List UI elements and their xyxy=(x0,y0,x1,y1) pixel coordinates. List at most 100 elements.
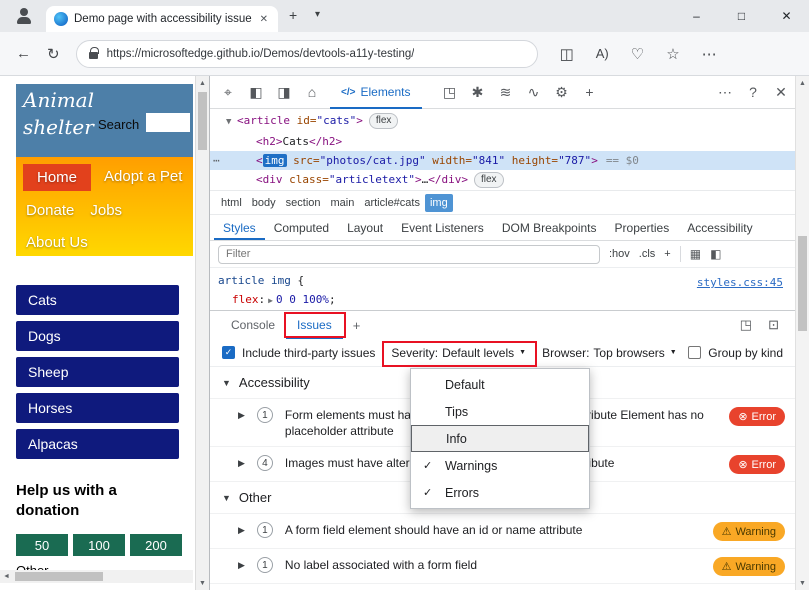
tab-event-listeners[interactable]: Event Listeners xyxy=(392,215,493,240)
severity-filter-dropdown[interactable]: Severity: Default levels ▼ xyxy=(391,346,526,360)
nav-link-about[interactable]: About Us xyxy=(23,230,91,255)
settings-gear-icon[interactable]: ⚙ xyxy=(548,84,576,101)
drawer-dock-icon[interactable]: ⊡ xyxy=(768,317,779,333)
breadcrumb-main[interactable]: main xyxy=(326,194,360,212)
css-value[interactable]: 0 0 100% xyxy=(276,293,329,306)
dropdown-item-default[interactable]: Default xyxy=(411,371,589,398)
dom-node-div[interactable]: <div class="articletext">…</div> flex xyxy=(210,170,795,189)
category-button-sheep[interactable]: Sheep xyxy=(16,357,179,387)
nav-link-home[interactable]: Home xyxy=(23,164,92,191)
tab-styles[interactable]: Styles xyxy=(214,215,265,240)
scroll-up-icon[interactable]: ▲ xyxy=(796,76,809,90)
dropdown-item-tips[interactable]: Tips xyxy=(411,398,589,425)
device-emulation-icon[interactable]: ◧ xyxy=(242,84,270,101)
close-devtools-icon[interactable]: ✕ xyxy=(767,84,795,101)
breadcrumb-body[interactable]: body xyxy=(247,194,281,212)
page-vertical-scrollbar[interactable]: ▲ ▼ xyxy=(195,76,209,590)
add-panel-icon[interactable]: + xyxy=(576,84,604,100)
css-rule-header[interactable]: article img { styles.css:45 xyxy=(218,271,787,290)
scroll-up-icon[interactable]: ▲ xyxy=(196,76,209,90)
dom-node-img-selected[interactable]: ⋯ < img src="photos/cat.jpg" width="841" h… xyxy=(210,151,795,170)
add-drawer-tab-icon[interactable]: + xyxy=(343,311,371,339)
debugger-icon[interactable]: ✱ xyxy=(464,84,492,101)
refresh-button[interactable]: ↻ xyxy=(47,45,60,63)
scroll-down-icon[interactable]: ▼ xyxy=(196,576,209,590)
category-button-cats[interactable]: Cats xyxy=(16,285,179,315)
tab-properties[interactable]: Properties xyxy=(606,215,679,240)
browser-filter-dropdown[interactable]: Browser: Top browsers ▼ xyxy=(542,346,677,360)
breadcrumb-img-selected[interactable]: img xyxy=(424,193,453,212)
favorites-star-icon[interactable]: ☆ xyxy=(666,45,679,63)
tab-accessibility[interactable]: Accessibility xyxy=(678,215,761,240)
css-selector[interactable]: article img xyxy=(218,274,291,287)
breadcrumb-html[interactable]: html xyxy=(216,194,247,212)
minimize-button[interactable]: – xyxy=(674,0,719,32)
expand-icon[interactable]: ▶ xyxy=(238,458,245,469)
issue-row-id-name[interactable]: ▶ 1 A form field element should have an … xyxy=(210,514,795,549)
shorthand-expand-icon[interactable]: ▶ xyxy=(268,296,273,305)
breadcrumb-article[interactable]: article#cats xyxy=(359,194,425,212)
console-panel-icon[interactable]: ◳ xyxy=(436,84,464,101)
dropdown-item-warnings[interactable]: ✓ Warnings xyxy=(411,452,589,479)
network-icon[interactable]: ≋ xyxy=(492,84,520,101)
scroll-left-icon[interactable]: ◄ xyxy=(0,573,13,580)
donate-50-button[interactable]: 50 xyxy=(16,534,68,556)
nav-link-donate[interactable]: Donate xyxy=(23,198,77,223)
donate-200-button[interactable]: 200 xyxy=(130,534,182,556)
flex-badge[interactable]: flex xyxy=(473,172,504,188)
tab-issues[interactable]: Issues xyxy=(286,311,343,339)
tab-menu-icon[interactable]: ▾ xyxy=(315,9,320,20)
css-property[interactable]: flex xyxy=(232,293,259,306)
inspect-icon[interactable]: ⌖ xyxy=(214,84,242,101)
dropdown-item-errors[interactable]: ✓ Errors xyxy=(411,479,589,506)
drawer-expand-icon[interactable]: ◳ xyxy=(740,317,752,333)
split-screen-icon[interactable]: ◫ xyxy=(560,45,574,63)
breadcrumb-section[interactable]: section xyxy=(281,194,326,212)
new-tab-button[interactable]: + xyxy=(289,7,297,23)
tab-layout[interactable]: Layout xyxy=(338,215,392,240)
vertical-scroll-thumb[interactable] xyxy=(798,236,807,331)
performance-icon[interactable]: ∿ xyxy=(520,84,548,101)
read-aloud-icon[interactable]: A) xyxy=(596,46,609,61)
tab-dom-breakpoints[interactable]: DOM Breakpoints xyxy=(493,215,606,240)
address-bar[interactable]: https://microsoftedge.github.io/Demos/de… xyxy=(75,39,538,68)
dom-node-h2[interactable]: <h2>Cats</h2> xyxy=(210,132,795,151)
layout-panel-icon[interactable]: ◨ xyxy=(270,84,298,101)
stylesheet-source-link[interactable]: styles.css:45 xyxy=(697,273,783,292)
element-classes-button[interactable]: .cls xyxy=(639,248,656,260)
grid-overlay-icon[interactable]: ▦ xyxy=(690,247,701,261)
expand-icon[interactable]: ▶ xyxy=(238,560,245,571)
browser-tab[interactable]: Demo page with accessibility issues ✕ xyxy=(46,6,278,32)
collapse-icon[interactable]: ▼ xyxy=(226,113,237,132)
group-by-kind-control[interactable]: Group by kind xyxy=(688,346,783,360)
settings-more-icon[interactable]: ⋯ xyxy=(702,45,717,63)
node-menu-icon[interactable]: ⋯ xyxy=(213,151,221,170)
collapse-icon[interactable]: ▼ xyxy=(222,378,231,388)
donate-100-button[interactable]: 100 xyxy=(73,534,125,556)
help-icon[interactable]: ? xyxy=(739,84,767,100)
category-button-dogs[interactable]: Dogs xyxy=(16,321,179,351)
vertical-scroll-thumb[interactable] xyxy=(198,92,207,150)
flex-badge[interactable]: flex xyxy=(368,113,399,129)
css-declaration[interactable]: flex: ▶ 0 0 100%; xyxy=(218,290,787,310)
back-button[interactable]: ← xyxy=(16,45,31,62)
tab-console[interactable]: Console xyxy=(220,311,286,339)
styles-filter-input[interactable] xyxy=(218,244,600,264)
tab-close-icon[interactable]: ✕ xyxy=(258,12,270,27)
profile-icon[interactable] xyxy=(12,4,36,28)
more-options-icon[interactable]: ⋯ xyxy=(711,84,739,101)
group-by-kind-checkbox[interactable] xyxy=(688,346,702,359)
tab-elements[interactable]: </> Elements xyxy=(330,76,422,109)
welcome-home-icon[interactable]: ⌂ xyxy=(298,84,326,100)
dom-node-article[interactable]: ▼ <article id="cats"> flex xyxy=(210,111,795,132)
category-button-horses[interactable]: Horses xyxy=(16,393,179,423)
scroll-down-icon[interactable]: ▼ xyxy=(796,576,809,590)
collapse-icon[interactable]: ▼ xyxy=(222,493,231,503)
browser-essentials-icon[interactable]: ♡ xyxy=(631,45,644,63)
nav-link-adopt[interactable]: Adopt a Pet xyxy=(101,164,185,191)
dropdown-item-info-focused[interactable]: Info xyxy=(411,425,589,452)
hover-states-button[interactable]: :hov xyxy=(609,248,630,260)
horizontal-scroll-thumb[interactable] xyxy=(15,572,103,581)
new-style-rule-button[interactable]: + xyxy=(664,248,670,260)
search-input[interactable] xyxy=(146,113,190,132)
